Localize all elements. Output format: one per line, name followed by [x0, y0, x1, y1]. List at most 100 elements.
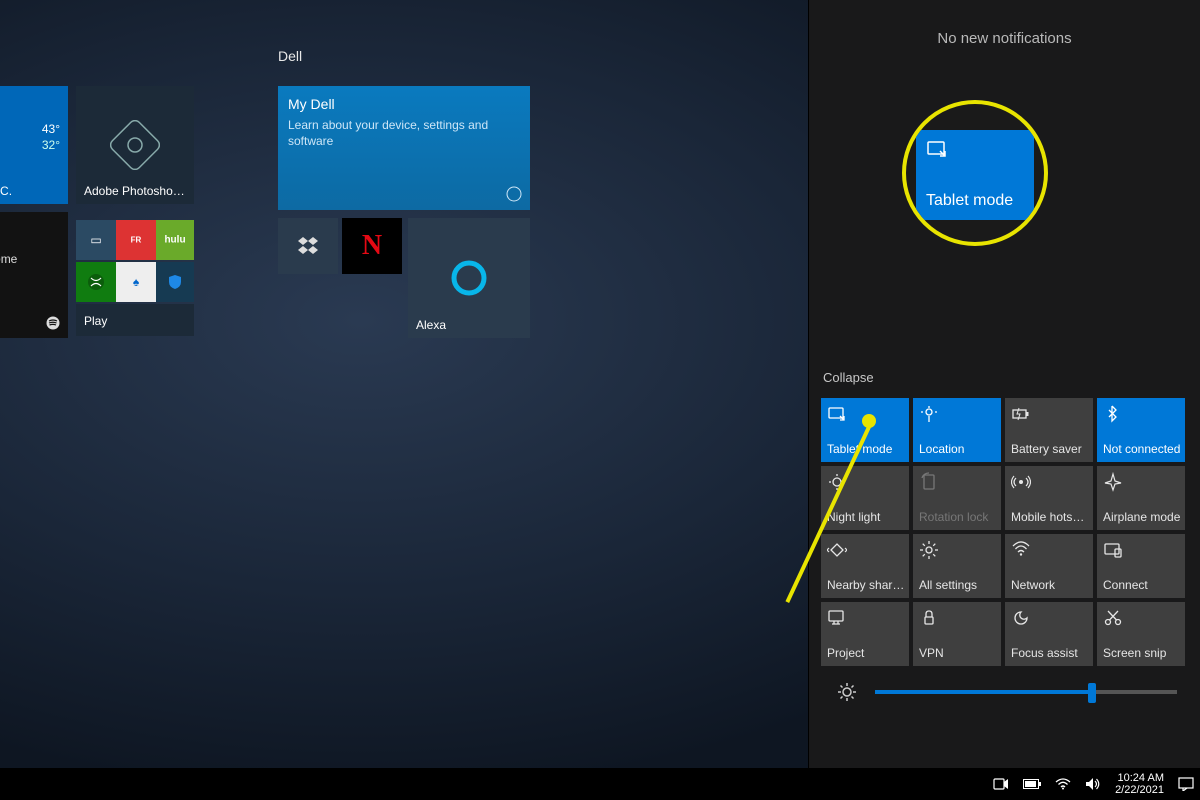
- quick-action-label: Rotation lock: [919, 510, 997, 524]
- quick-action-rotation[interactable]: Rotation lock: [913, 466, 1001, 530]
- weather-city: gton, D.C.: [0, 184, 60, 198]
- shield-icon: [167, 274, 183, 290]
- tile-label: Play: [84, 314, 186, 328]
- quick-action-airplane[interactable]: Airplane mode: [1097, 466, 1185, 530]
- hotspot-icon: [1011, 472, 1031, 492]
- tile-label: Adobe Photoshop…: [84, 184, 186, 198]
- action-center-icon[interactable]: [1178, 777, 1194, 791]
- quick-action-vpn[interactable]: VPN: [913, 602, 1001, 666]
- hulu-icon: hulu: [164, 235, 185, 246]
- mini-tile-xbox[interactable]: [76, 262, 116, 302]
- quick-action-project[interactable]: Project: [821, 602, 909, 666]
- quick-action-bluetooth[interactable]: Not connected: [1097, 398, 1185, 462]
- mini-tile-shield[interactable]: [156, 262, 194, 302]
- quick-action-label: Focus assist: [1011, 646, 1089, 660]
- tile-group-label-dell: Dell: [278, 48, 302, 64]
- quick-action-label: Mobile hotspot: [1011, 510, 1089, 524]
- quick-action-label: Night light: [827, 510, 905, 524]
- expand-icon: ▭: [90, 233, 101, 247]
- collapse-link[interactable]: Collapse: [823, 370, 874, 385]
- battery-icon[interactable]: [1023, 779, 1041, 789]
- quick-action-snip[interactable]: Screen snip: [1097, 602, 1185, 666]
- card-icon: ♠: [133, 275, 139, 289]
- mini-tile-expand[interactable]: ▭: [76, 220, 116, 260]
- quick-action-hotspot[interactable]: Mobile hotspot: [1005, 466, 1093, 530]
- nearby-icon: [827, 540, 847, 560]
- weather-hi: 43°: [42, 122, 60, 136]
- connect-icon: [1103, 540, 1123, 560]
- quick-action-network[interactable]: Network: [1005, 534, 1093, 598]
- location-icon: [919, 404, 939, 424]
- quick-action-focus[interactable]: Focus assist: [1005, 602, 1093, 666]
- tile-netflix[interactable]: N: [342, 218, 402, 274]
- mini-tile-solitaire[interactable]: ♠: [116, 262, 156, 302]
- battery-icon: [1011, 404, 1031, 424]
- callout-tablet-tile: Tablet mode: [916, 130, 1034, 220]
- tile-mydell[interactable]: My Dell Learn about your device, setting…: [278, 86, 530, 210]
- bluetooth-icon: [1103, 404, 1123, 424]
- tablet-icon: [926, 138, 948, 160]
- taskbar-date: 2/22/2021: [1115, 784, 1164, 796]
- quick-action-label: Battery saver: [1011, 442, 1089, 456]
- weather-lo: 32°: [42, 138, 60, 152]
- alexa-icon: [449, 258, 489, 298]
- snip-icon: [1103, 608, 1123, 628]
- vpn-icon: [919, 608, 939, 628]
- quick-action-label: Project: [827, 646, 905, 660]
- aperture-icon: [110, 120, 160, 170]
- friends-icon: FR: [131, 236, 142, 245]
- quick-action-nearby[interactable]: Nearby sharing: [821, 534, 909, 598]
- meet-now-icon[interactable]: [993, 777, 1009, 791]
- tile-spotify[interactable]: sic at home e go.: [0, 212, 68, 338]
- brightness-row: [837, 682, 1177, 702]
- quick-action-label: Network: [1011, 578, 1089, 592]
- brightness-slider[interactable]: [875, 690, 1177, 694]
- taskbar: 10:24 AM 2/22/2021: [0, 768, 1200, 800]
- brightness-fill: [875, 690, 1092, 694]
- quick-actions-grid: Tablet mode Location Battery saver Not conn…: [821, 398, 1191, 666]
- mydell-title: My Dell: [288, 96, 335, 112]
- netflix-icon: N: [362, 230, 382, 262]
- dropbox-icon: [297, 237, 319, 255]
- quick-action-connect[interactable]: Connect: [1097, 534, 1185, 598]
- settings-icon: [919, 540, 939, 560]
- quick-action-label: VPN: [919, 646, 997, 660]
- volume-icon[interactable]: [1085, 777, 1101, 791]
- quick-action-location[interactable]: Location: [913, 398, 1001, 462]
- wifi-icon[interactable]: [1055, 778, 1071, 790]
- brightness-thumb[interactable]: [1088, 683, 1096, 703]
- quick-action-label: Location: [919, 442, 997, 456]
- quick-action-battery[interactable]: Battery saver: [1005, 398, 1093, 462]
- callout-magnifier: Tablet mode: [902, 100, 1048, 246]
- mini-tile-hulu[interactable]: hulu: [156, 220, 194, 260]
- dell-logo-icon: [506, 186, 522, 202]
- mini-tile-friends[interactable]: FR: [116, 220, 156, 260]
- airplane-icon: [1103, 472, 1123, 492]
- tile-alexa[interactable]: Alexa: [408, 218, 530, 338]
- callout-dot: [862, 414, 876, 428]
- tile-label: Alexa: [416, 318, 522, 332]
- taskbar-time: 10:24 AM: [1115, 772, 1164, 784]
- callout-label: Tablet mode: [926, 192, 1013, 210]
- tile-weather[interactable]: 43° 32° gton, D.C.: [0, 86, 68, 204]
- rotation-icon: [919, 472, 939, 492]
- quick-action-label: Nearby sharing: [827, 578, 905, 592]
- brightness-icon: [837, 682, 857, 702]
- tile-photoshop[interactable]: Adobe Photoshop…: [76, 86, 194, 204]
- quick-action-label: Screen snip: [1103, 646, 1181, 660]
- network-icon: [1011, 540, 1031, 560]
- taskbar-clock[interactable]: 10:24 AM 2/22/2021: [1115, 772, 1164, 796]
- tile-play-group[interactable]: ▭ FR hulu ♠ Play: [76, 212, 194, 338]
- quick-action-settings[interactable]: All settings: [913, 534, 1001, 598]
- no-notifications-text: No new notifications: [809, 0, 1200, 47]
- quick-action-label: Airplane mode: [1103, 510, 1181, 524]
- spotify-line1: sic at home: [0, 252, 17, 266]
- tile-dropbox[interactable]: [278, 218, 338, 274]
- project-icon: [827, 608, 847, 628]
- mydell-sub: Learn about your device, settings and so…: [288, 118, 510, 149]
- quick-action-label: All settings: [919, 578, 997, 592]
- start-tiles-area: Dell 43° 32° gton, D.C. Adobe Photoshop……: [0, 0, 540, 360]
- focus-icon: [1011, 608, 1031, 628]
- tablet-icon: [827, 404, 847, 424]
- quick-action-label: Tablet mode: [827, 442, 905, 456]
